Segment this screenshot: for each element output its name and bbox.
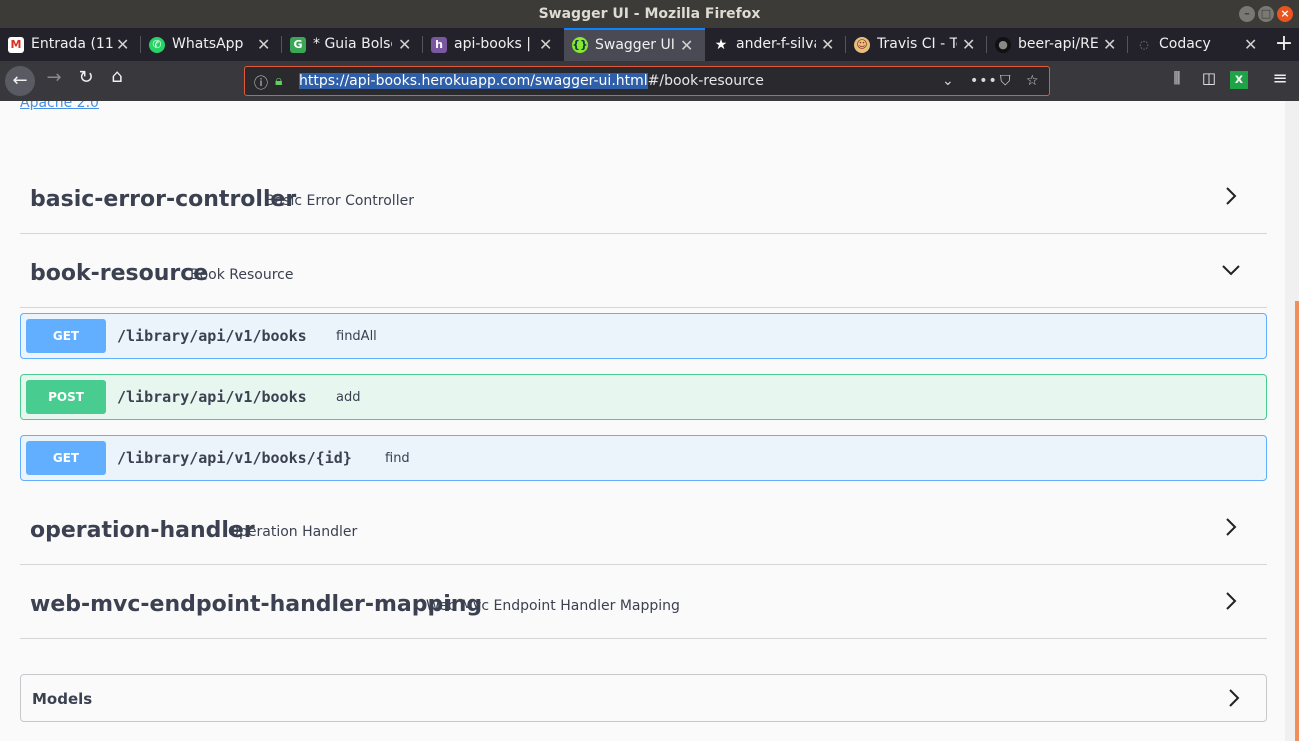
new-tab-button[interactable]: + (1269, 28, 1299, 61)
swagger-icon: {} (572, 37, 588, 53)
tab-ander-f-silva[interactable]: ★ ander-f-silva ✕ (705, 28, 846, 61)
operation-summary: add (336, 390, 361, 405)
method-badge: GET (26, 319, 106, 353)
reload-button[interactable]: ↻ (74, 67, 98, 88)
tag-description: Book Resource (190, 267, 294, 283)
operation-summary: find (385, 451, 410, 466)
forward-button[interactable]: → (42, 67, 66, 88)
url-text[interactable]: https://api-books.herokuapp.com/swagger-… (299, 73, 764, 89)
menu-icon[interactable]: ≡ (1270, 68, 1290, 89)
star-icon: ★ (714, 37, 728, 53)
gmail-icon: M (8, 37, 24, 53)
tab-codacy[interactable]: ◌ Codacy ✕ (1128, 28, 1269, 61)
operation-path: /library/api/v1/books (117, 388, 307, 406)
tag-web-mvc-endpoint-handler-mapping[interactable]: web-mvc-endpoint-handler-mapping Web Mvc… (20, 565, 1267, 639)
tab-strip: M Entrada (11) ✕ ✆ WhatsApp ✕ G * Guia B… (0, 28, 1299, 61)
chevron-right-icon[interactable] (1221, 186, 1241, 206)
github-icon: ● (995, 37, 1011, 53)
url-bar[interactable]: ⓘ 🔒︎ https://api-books.herokuapp.com/swa… (244, 66, 1050, 96)
lock-icon: 🔒︎ (275, 73, 283, 89)
tag-book-resource[interactable]: book-resource Book Resource (20, 234, 1267, 308)
operation-summary: findAll (336, 329, 377, 344)
operation-post-books[interactable]: POST /library/api/v1/books add (20, 374, 1267, 420)
tab-close-icon[interactable]: ✕ (539, 28, 552, 61)
tab-title: * Guia Bolso (313, 36, 392, 52)
window-title: Swagger UI - Mozilla Firefox (538, 6, 761, 22)
chevron-right-icon[interactable] (1224, 688, 1244, 708)
tab-gmail[interactable]: M Entrada (11) ✕ (0, 28, 141, 61)
chevron-right-icon[interactable] (1221, 591, 1241, 611)
tab-title: Travis CI - Te (877, 36, 957, 52)
scrollbar-thumb[interactable] (1295, 301, 1299, 741)
minimize-icon[interactable]: – (1239, 6, 1255, 22)
method-badge: GET (26, 441, 106, 475)
tab-beer-api[interactable]: ● beer-api/RE ✕ (987, 28, 1128, 61)
page-content: Apache 2.0 basic-error-controller Basic … (0, 101, 1285, 741)
tag-name: book-resource (30, 261, 209, 286)
scrollbar[interactable] (1285, 101, 1299, 741)
navigation-toolbar: ← → ↻ ⌂ ⓘ 🔒︎ https://api-books.herokuapp… (0, 61, 1299, 101)
chevron-down-icon[interactable] (1221, 260, 1241, 280)
sidebar-icon[interactable]: ◫ (1198, 69, 1220, 87)
tag-name: basic-error-controller (30, 187, 297, 212)
tag-description: Web Mvc Endpoint Handler Mapping (426, 598, 680, 614)
method-badge: POST (26, 380, 106, 414)
tab-guia-bolso[interactable]: G * Guia Bolso ✕ (282, 28, 423, 61)
bookmark-star-icon[interactable]: ☆ (1026, 73, 1039, 89)
tab-swagger-ui[interactable]: {} Swagger UI ✕ (564, 28, 705, 61)
tab-whatsapp[interactable]: ✆ WhatsApp ✕ (141, 28, 282, 61)
library-icon[interactable]: ⫼ (1166, 69, 1188, 87)
info-icon[interactable]: ⓘ (254, 73, 268, 93)
tab-title: WhatsApp (172, 36, 244, 52)
license-link[interactable]: Apache 2.0 (20, 101, 99, 111)
tab-title: Swagger UI (595, 37, 675, 53)
tab-title: api-books | H (454, 36, 534, 52)
tab-title: beer-api/RE (1018, 36, 1098, 52)
tab-title: ander-f-silva (736, 36, 816, 52)
back-button[interactable]: ← (5, 66, 35, 96)
page-actions-icon[interactable]: ••• (970, 73, 998, 89)
whatsapp-icon: ✆ (149, 37, 165, 53)
guiabolso-icon: G (290, 37, 306, 53)
operation-get-book-by-id[interactable]: GET /library/api/v1/books/{id} find (20, 435, 1267, 481)
tab-close-icon[interactable]: ✕ (116, 28, 129, 61)
operation-path: /library/api/v1/books/{id} (117, 449, 352, 467)
tag-description: Basic Error Controller (265, 193, 414, 209)
tab-close-icon[interactable]: ✕ (1244, 28, 1257, 61)
tab-close-icon[interactable]: ✕ (257, 28, 270, 61)
url-fragment-text: #/book-resource (647, 73, 764, 89)
tag-operation-handler[interactable]: operation-handler Operation Handler (20, 491, 1267, 565)
close-window-icon[interactable]: × (1277, 6, 1293, 22)
pocket-icon[interactable]: ⛉ (1000, 73, 1011, 89)
tab-close-icon[interactable]: ✕ (1103, 28, 1116, 61)
operation-get-books[interactable]: GET /library/api/v1/books findAll (20, 313, 1267, 359)
tag-name: web-mvc-endpoint-handler-mapping (30, 592, 483, 617)
tab-close-icon[interactable]: ✕ (680, 30, 693, 61)
tab-close-icon[interactable]: ✕ (821, 28, 834, 61)
tab-api-books[interactable]: h api-books | H ✕ (423, 28, 564, 61)
tag-description: Operation Handler (228, 524, 358, 540)
window-titlebar: Swagger UI - Mozilla Firefox – □ × (0, 0, 1299, 28)
tab-title: Entrada (11) (31, 36, 113, 52)
chevron-right-icon[interactable] (1221, 517, 1241, 537)
operation-path: /library/api/v1/books (117, 327, 307, 345)
chevron-down-icon[interactable]: ⌄ (942, 73, 954, 89)
tab-title: Codacy (1159, 36, 1211, 52)
heroku-icon: h (431, 37, 447, 53)
tab-close-icon[interactable]: ✕ (962, 28, 975, 61)
tab-travis-ci[interactable]: ☺ Travis CI - Te ✕ (846, 28, 987, 61)
tag-name: operation-handler (30, 518, 255, 543)
extension-icon[interactable]: x (1230, 71, 1248, 89)
travis-icon: ☺ (854, 37, 870, 53)
home-button[interactable]: ⌂ (105, 66, 129, 87)
tab-close-icon[interactable]: ✕ (398, 28, 411, 61)
codacy-icon: ◌ (1139, 38, 1149, 51)
maximize-icon[interactable]: □ (1258, 6, 1274, 22)
models-section[interactable]: Models (20, 674, 1267, 722)
models-label: Models (32, 690, 93, 708)
tag-basic-error-controller[interactable]: basic-error-controller Basic Error Contr… (20, 160, 1267, 234)
url-selected-text: https://api-books.herokuapp.com/swagger-… (299, 73, 648, 89)
